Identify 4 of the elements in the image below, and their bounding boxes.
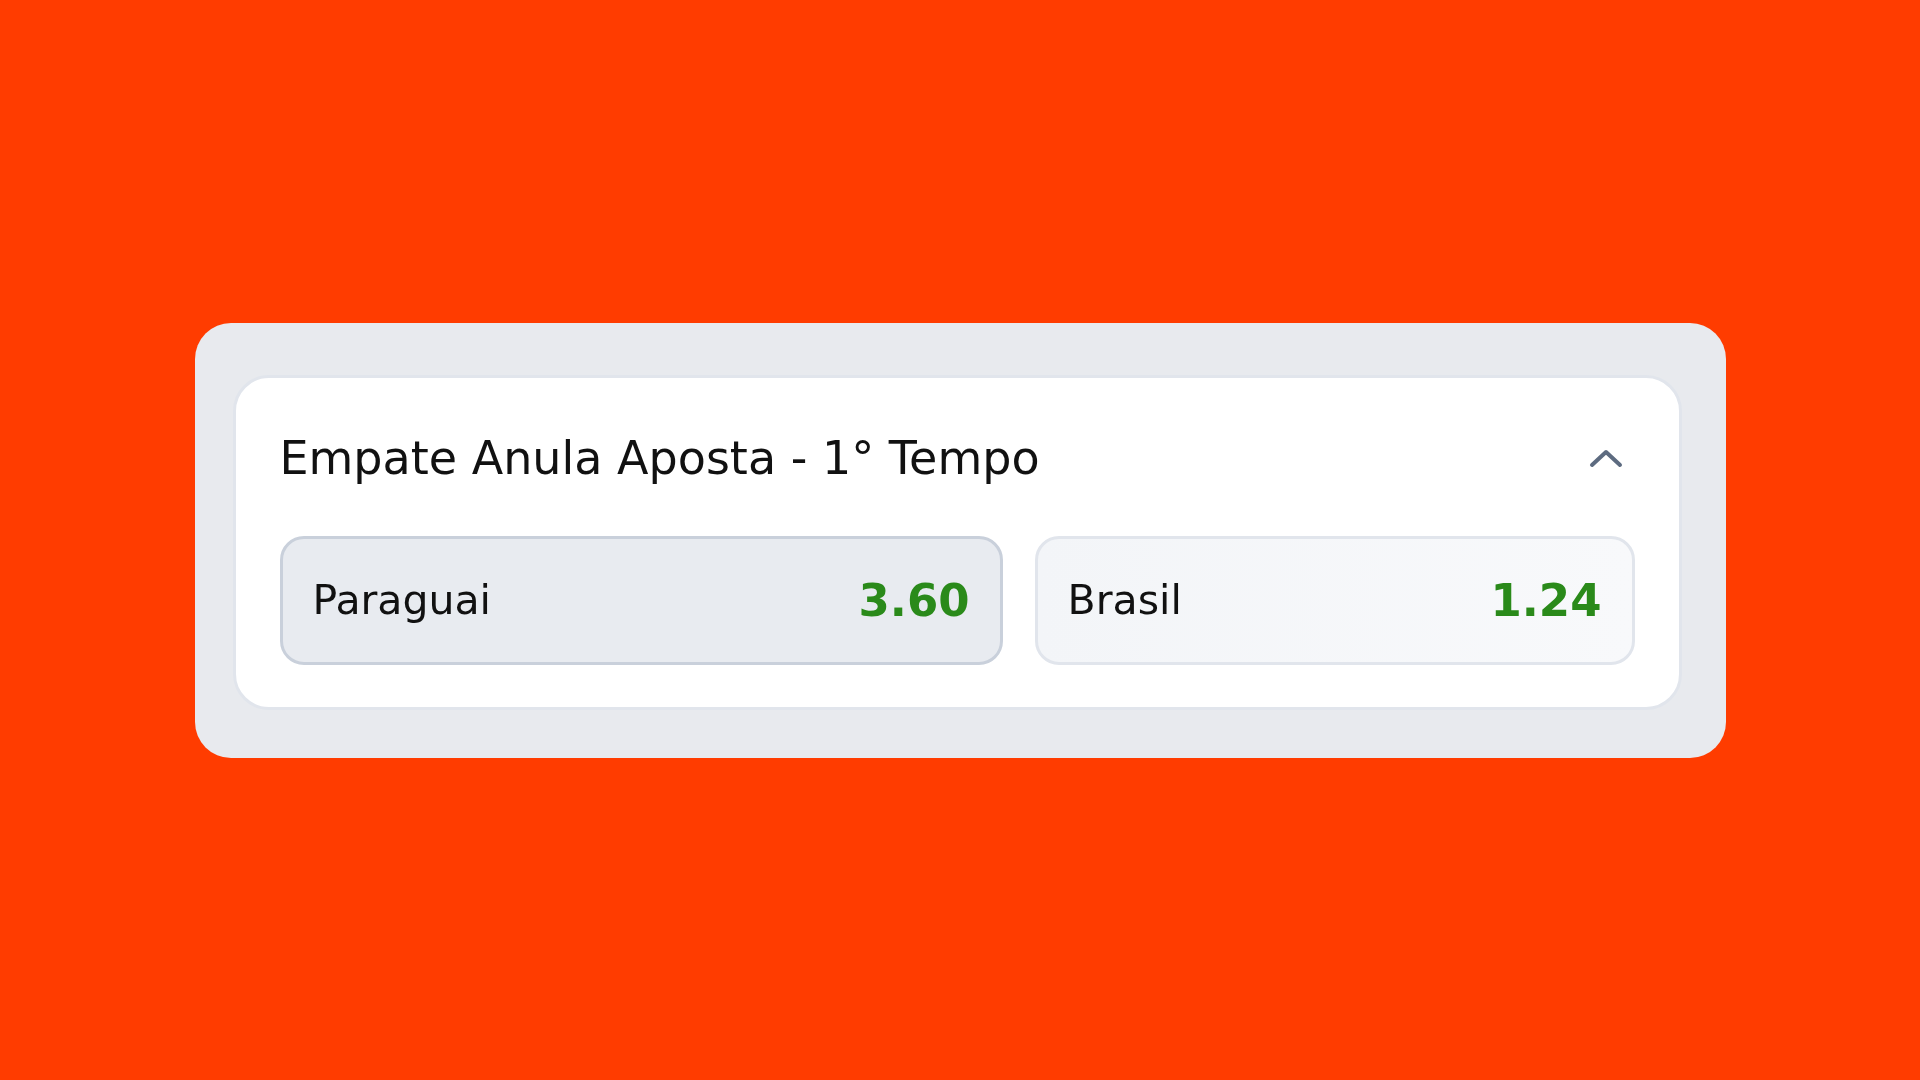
odds-button[interactable]: Paraguai 3.60 [279, 535, 1003, 665]
market-title: Empate Anula Aposta - 1° Tempo [279, 430, 1040, 485]
chevron-up-icon[interactable] [1588, 447, 1623, 468]
odds-button[interactable]: Brasil 1.24 [1034, 535, 1635, 665]
